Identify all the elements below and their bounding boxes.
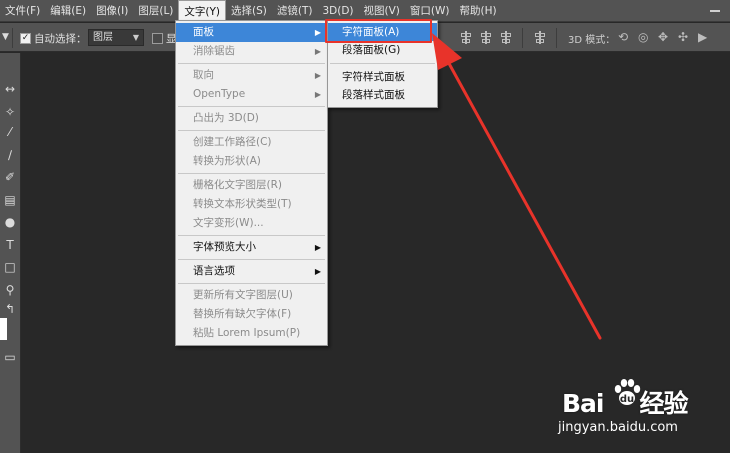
move-tool-icon[interactable]: ↔ bbox=[0, 80, 20, 98]
scale-3d-icon[interactable]: ▶ bbox=[698, 30, 707, 44]
mode-3d-label: 3D 模式： bbox=[568, 35, 616, 46]
type-menu-item-orientation[interactable]: 取向 ▶ bbox=[176, 66, 327, 85]
submenu-arrow-icon: ▶ bbox=[314, 47, 321, 56]
options-divider bbox=[556, 28, 557, 48]
annotation-highlight-box bbox=[325, 19, 432, 43]
menu-separator bbox=[178, 173, 325, 174]
dodge-tool-icon[interactable]: ● bbox=[0, 213, 20, 231]
menu-file[interactable]: 文件(F) bbox=[0, 0, 45, 22]
tools-panel: ↔ ✧ ⁄ ∕ ✐ ▤ ● T □ ⚲ ↰ ▭ bbox=[0, 53, 21, 453]
auto-select-checkbox[interactable]: ✓ bbox=[20, 33, 31, 44]
menu-help[interactable]: 帮助(H) bbox=[455, 0, 502, 22]
type-tool-icon[interactable]: T bbox=[0, 236, 20, 254]
type-menu-item-language-options[interactable]: 语言选项 ▶ bbox=[176, 262, 327, 281]
auto-select-value: 图层 bbox=[93, 32, 113, 43]
tool-preset-arrow-icon[interactable]: ▼ bbox=[2, 32, 9, 42]
menu-edit[interactable]: 编辑(E) bbox=[45, 0, 91, 22]
rotate-3d-icon[interactable]: ⟲ bbox=[618, 30, 628, 44]
menu-separator bbox=[178, 283, 325, 284]
type-menu-item-rasterize[interactable]: 栅格化文字图层(R) bbox=[176, 176, 327, 195]
align-horizontal-center-icon[interactable] bbox=[460, 31, 472, 44]
type-menu-item-update-all-layers[interactable]: 更新所有文字图层(U) bbox=[176, 286, 327, 305]
swap-colors-icon[interactable]: ↰ bbox=[0, 300, 20, 318]
gradient-icon[interactable]: ▤ bbox=[0, 191, 20, 209]
submenu-arrow-icon: ▶ bbox=[314, 90, 321, 99]
roll-3d-icon[interactable]: ◎ bbox=[638, 30, 648, 44]
zoom-tool-icon[interactable]: ⚲ bbox=[0, 281, 20, 299]
type-menu-item-anti-alias[interactable]: 消除锯齿 ▶ bbox=[176, 42, 327, 61]
rectangle-tool-icon[interactable]: □ bbox=[0, 258, 20, 276]
submenu-item-paragraph-panel[interactable]: 段落面板(G) bbox=[328, 41, 437, 59]
color-swatch[interactable] bbox=[0, 318, 7, 340]
submenu-arrow-icon: ▶ bbox=[314, 243, 321, 252]
watermark-url: jingyan.baidu.com bbox=[558, 420, 678, 435]
auto-select-dropdown[interactable]: 图层 ▼ bbox=[88, 29, 144, 46]
auto-select-label: 自动选择： bbox=[34, 33, 87, 45]
submenu-arrow-icon: ▶ bbox=[314, 28, 321, 37]
menu-separator bbox=[178, 130, 325, 131]
type-menu-item-warp-text[interactable]: 文字变形(W)... bbox=[176, 214, 327, 233]
show-transform-checkbox[interactable] bbox=[152, 33, 163, 44]
type-menu-item-font-preview-size[interactable]: 字体预览大小 ▶ bbox=[176, 238, 327, 257]
options-divider bbox=[522, 28, 523, 48]
auto-align-icon[interactable] bbox=[534, 31, 546, 44]
submenu-arrow-icon: ▶ bbox=[314, 267, 321, 276]
brush-icon[interactable]: ∕ bbox=[0, 146, 20, 164]
type-menu-item-extrude-3d[interactable]: 凸出为 3D(D) bbox=[176, 109, 327, 128]
menu-type[interactable]: 文字(Y) bbox=[178, 0, 227, 22]
type-menu-item-panels[interactable]: 面板 ▶ bbox=[176, 23, 327, 42]
minimize-icon[interactable] bbox=[710, 10, 720, 12]
type-menu-item-opentype[interactable]: OpenType ▶ bbox=[176, 85, 327, 104]
type-menu-item-create-work-path[interactable]: 创建工作路径(C) bbox=[176, 133, 327, 152]
menu-separator bbox=[178, 63, 325, 64]
screen-mode-icon[interactable]: ▭ bbox=[0, 348, 20, 366]
menu-separator bbox=[178, 106, 325, 107]
menu-image[interactable]: 图像(I) bbox=[91, 0, 133, 22]
menu-filter[interactable]: 滤镜(T) bbox=[272, 0, 318, 22]
options-divider bbox=[12, 28, 13, 48]
submenu-arrow-icon: ▶ bbox=[314, 71, 321, 80]
type-menu-item-convert-text-shape[interactable]: 转换文本形状类型(T) bbox=[176, 195, 327, 214]
drag-3d-icon[interactable]: ✥ bbox=[658, 30, 668, 44]
history-brush-icon[interactable]: ✐ bbox=[0, 168, 20, 186]
type-menu-item-convert-to-shape[interactable]: 转换为形状(A) bbox=[176, 152, 327, 171]
window-controls bbox=[700, 0, 730, 22]
menu-separator bbox=[178, 259, 325, 260]
baidu-jingyan-watermark: du Bai 经验 jingyan.baidu.com bbox=[558, 376, 723, 446]
menu-select[interactable]: 选择(S) bbox=[226, 0, 272, 22]
menu-separator bbox=[178, 235, 325, 236]
eyedropper-icon[interactable]: ⁄ bbox=[0, 123, 20, 141]
submenu-item-character-styles-panel[interactable]: 字符样式面板 bbox=[328, 68, 437, 86]
magic-wand-icon[interactable]: ✧ bbox=[0, 103, 20, 121]
distribute-vertical-icon[interactable] bbox=[480, 31, 492, 44]
slide-3d-icon[interactable]: ✣ bbox=[678, 30, 688, 44]
type-menu-dropdown: 面板 ▶ 消除锯齿 ▶ 取向 ▶ OpenType ▶ 凸出为 3D(D) 创建工作路径… bbox=[175, 20, 328, 346]
menu-separator bbox=[330, 63, 435, 64]
menu-layer[interactable]: 图层(L) bbox=[133, 0, 178, 22]
chevron-down-icon: ▼ bbox=[132, 33, 139, 42]
baidu-logo-text: Bai 经验 bbox=[562, 389, 689, 418]
type-menu-item-replace-missing-fonts[interactable]: 替换所有缺欠字体(F) bbox=[176, 305, 327, 324]
align-right-icon[interactable] bbox=[500, 31, 512, 44]
type-menu-item-paste-lorem-ipsum[interactable]: 粘贴 Lorem Ipsum(P) bbox=[176, 324, 327, 343]
submenu-item-paragraph-styles-panel[interactable]: 段落样式面板 bbox=[328, 86, 437, 104]
